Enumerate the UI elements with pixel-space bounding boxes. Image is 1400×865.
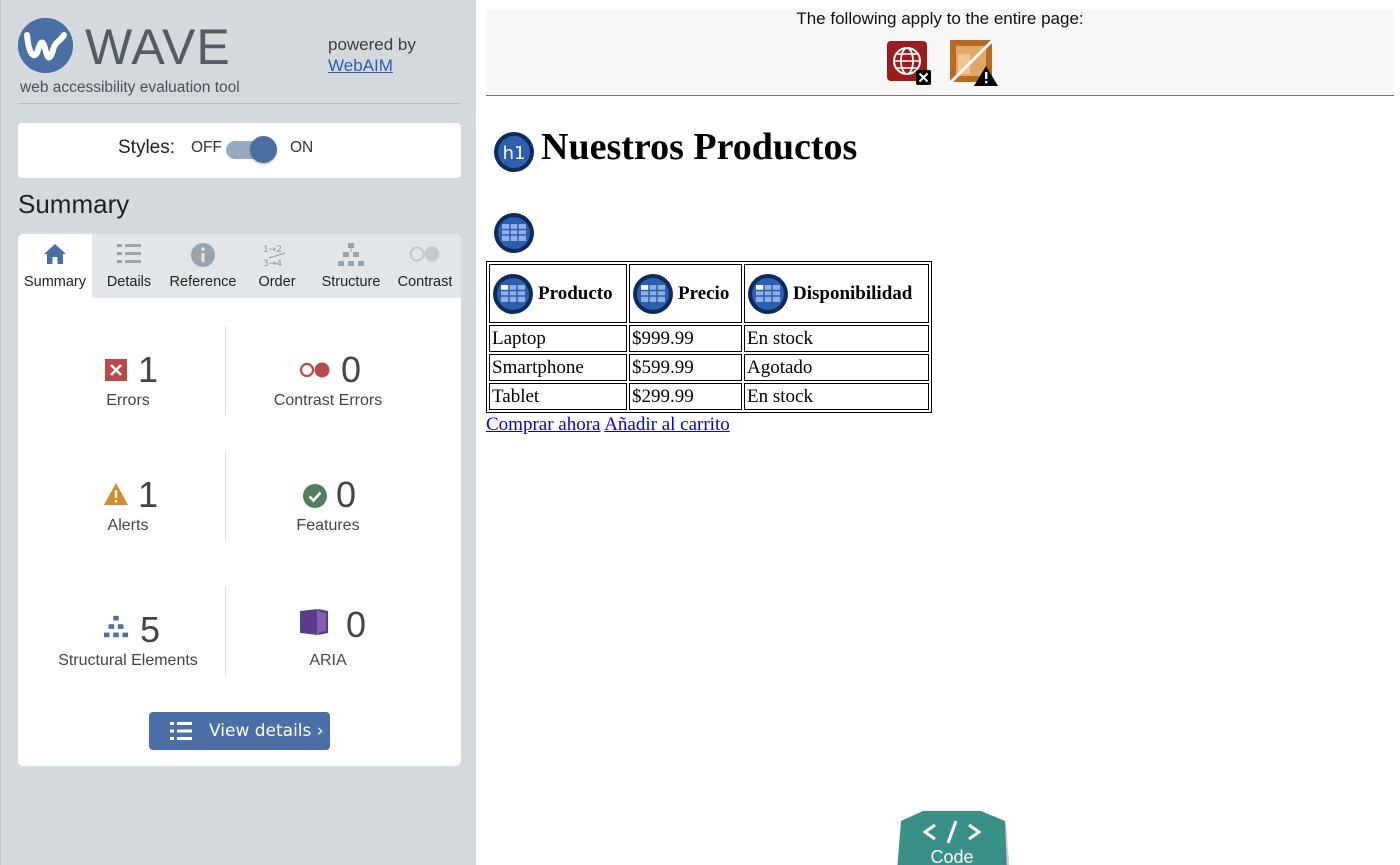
table-header-cell: Disponibilidad [744, 264, 929, 323]
table-cell: Agotado [744, 354, 929, 381]
styles-off-label: OFF [191, 139, 222, 156]
table-row: Laptop $999.99 En stock [489, 325, 929, 352]
wave-wordmark: WAVE [85, 19, 231, 75]
webaim-link[interactable]: WebAIM [328, 55, 416, 76]
tab-structure[interactable]: Structure [314, 234, 388, 298]
table-header-label: Producto [538, 282, 613, 304]
table-header-cell: Precio [629, 264, 742, 323]
structure-icon [103, 614, 129, 644]
page-wide-banner: The following apply to the entire page: [486, 9, 1394, 96]
features-count: 0 [336, 474, 357, 515]
language-missing-error-icon[interactable] [886, 40, 932, 90]
styles-toggle-knob[interactable] [250, 136, 277, 163]
alerts-count: 1 [138, 474, 159, 515]
tab-label: Contrast [397, 274, 453, 290]
table-cell: $299.99 [629, 383, 742, 410]
table-header-label: Disponibilidad [793, 282, 913, 304]
aria-label: ARIA [309, 652, 347, 669]
summary-heading: Summary [18, 189, 130, 219]
structural-label: Structural Elements [58, 652, 198, 669]
contrast-icon [408, 242, 442, 270]
order-icon: 1→2 3→4 [263, 242, 291, 272]
powered-by: powered by WebAIM [328, 34, 416, 76]
table-cell: En stock [744, 383, 929, 410]
svg-text:3→4: 3→4 [263, 259, 282, 268]
table-cell: $599.99 [629, 354, 742, 381]
home-icon [42, 242, 68, 270]
styles-toggle-box: Styles: OFF ON [18, 123, 461, 178]
tab-label: Order [258, 274, 296, 290]
summary-panel: Summary Details Reference 1→23→4 Order [18, 234, 461, 766]
table-row: Tablet $299.99 En stock [489, 383, 929, 410]
alerts-label: Alerts [107, 517, 149, 534]
table-cell: Laptop [489, 325, 627, 352]
alert-icon [103, 482, 129, 510]
errors-count: 1 [138, 349, 159, 390]
page-links: Comprar ahora Añadir al carrito [486, 414, 730, 436]
structure-icon [337, 242, 365, 272]
tab-order[interactable]: 1→2 3→4 Order [240, 234, 314, 298]
table-header-cell: Producto [489, 264, 627, 323]
tab-bar: Summary Details Reference 1→23→4 Order [18, 234, 461, 298]
errors-label: Errors [106, 392, 150, 409]
table-header-row: Producto Precio Disponibilidad [489, 264, 929, 323]
tab-label: Summary [23, 274, 87, 290]
buy-now-link[interactable]: Comprar ahora [486, 414, 600, 435]
tab-label: Structure [321, 274, 381, 290]
tab-reference[interactable]: Reference [166, 234, 240, 298]
error-icon [105, 359, 127, 385]
wave-logo-icon [18, 18, 73, 73]
no-page-regions-alert-icon[interactable] [947, 38, 999, 90]
tab-label: Details [106, 274, 152, 290]
code-label: Code [930, 847, 974, 865]
feature-icon [303, 484, 327, 512]
table-header-label: Precio [678, 282, 730, 304]
tab-summary[interactable]: Summary [18, 234, 92, 298]
data-table-icon[interactable] [493, 212, 535, 258]
powered-by-text: powered by [328, 35, 416, 54]
list-icon [170, 722, 192, 740]
features-label: Features [296, 517, 360, 534]
structural-count: 5 [140, 609, 161, 650]
contrast-errors-label: Contrast Errors [273, 392, 383, 409]
tab-contrast[interactable]: Contrast [388, 234, 461, 298]
code-toggle-button[interactable]: Code [895, 811, 1010, 865]
table-header-icon [493, 273, 533, 314]
table-header-icon [748, 273, 788, 314]
contrast-errors-count: 0 [341, 349, 362, 390]
svg-text:1→2: 1→2 [263, 245, 282, 255]
table-cell: Tablet [489, 383, 627, 410]
tab-details[interactable]: Details [92, 234, 166, 298]
table-row: Smartphone $599.99 Agotado [489, 354, 929, 381]
styles-on-label: ON [290, 139, 314, 156]
aria-icon [299, 608, 329, 640]
info-icon [190, 242, 216, 272]
svg-text:h1: h1 [503, 143, 526, 164]
table-cell: $999.99 [629, 325, 742, 352]
divider [18, 103, 461, 104]
add-to-cart-link[interactable]: Añadir al carrito [604, 414, 730, 435]
contrast-error-icon [298, 359, 332, 385]
tab-label: Reference [169, 274, 237, 290]
table-cell: Smartphone [489, 354, 627, 381]
view-details-button[interactable]: View details › [149, 712, 330, 750]
list-icon [116, 242, 142, 270]
table-cell: En stock [744, 325, 929, 352]
page-heading: Nuestros Productos [541, 126, 858, 168]
view-details-label: View details › [209, 721, 324, 741]
styles-label: Styles: [118, 137, 176, 158]
wave-tagline: web accessibility evaluation tool [20, 79, 240, 96]
table-header-icon [633, 273, 673, 314]
aria-count: 0 [346, 604, 367, 645]
wave-sidebar: WAVE web accessibility evaluation tool p… [0, 0, 476, 865]
heading-h1-icon[interactable]: h1 [493, 131, 535, 177]
products-table: Producto Precio Disponibilidad Laptop $9… [486, 261, 932, 413]
banner-text: The following apply to the entire page: [796, 9, 1084, 28]
